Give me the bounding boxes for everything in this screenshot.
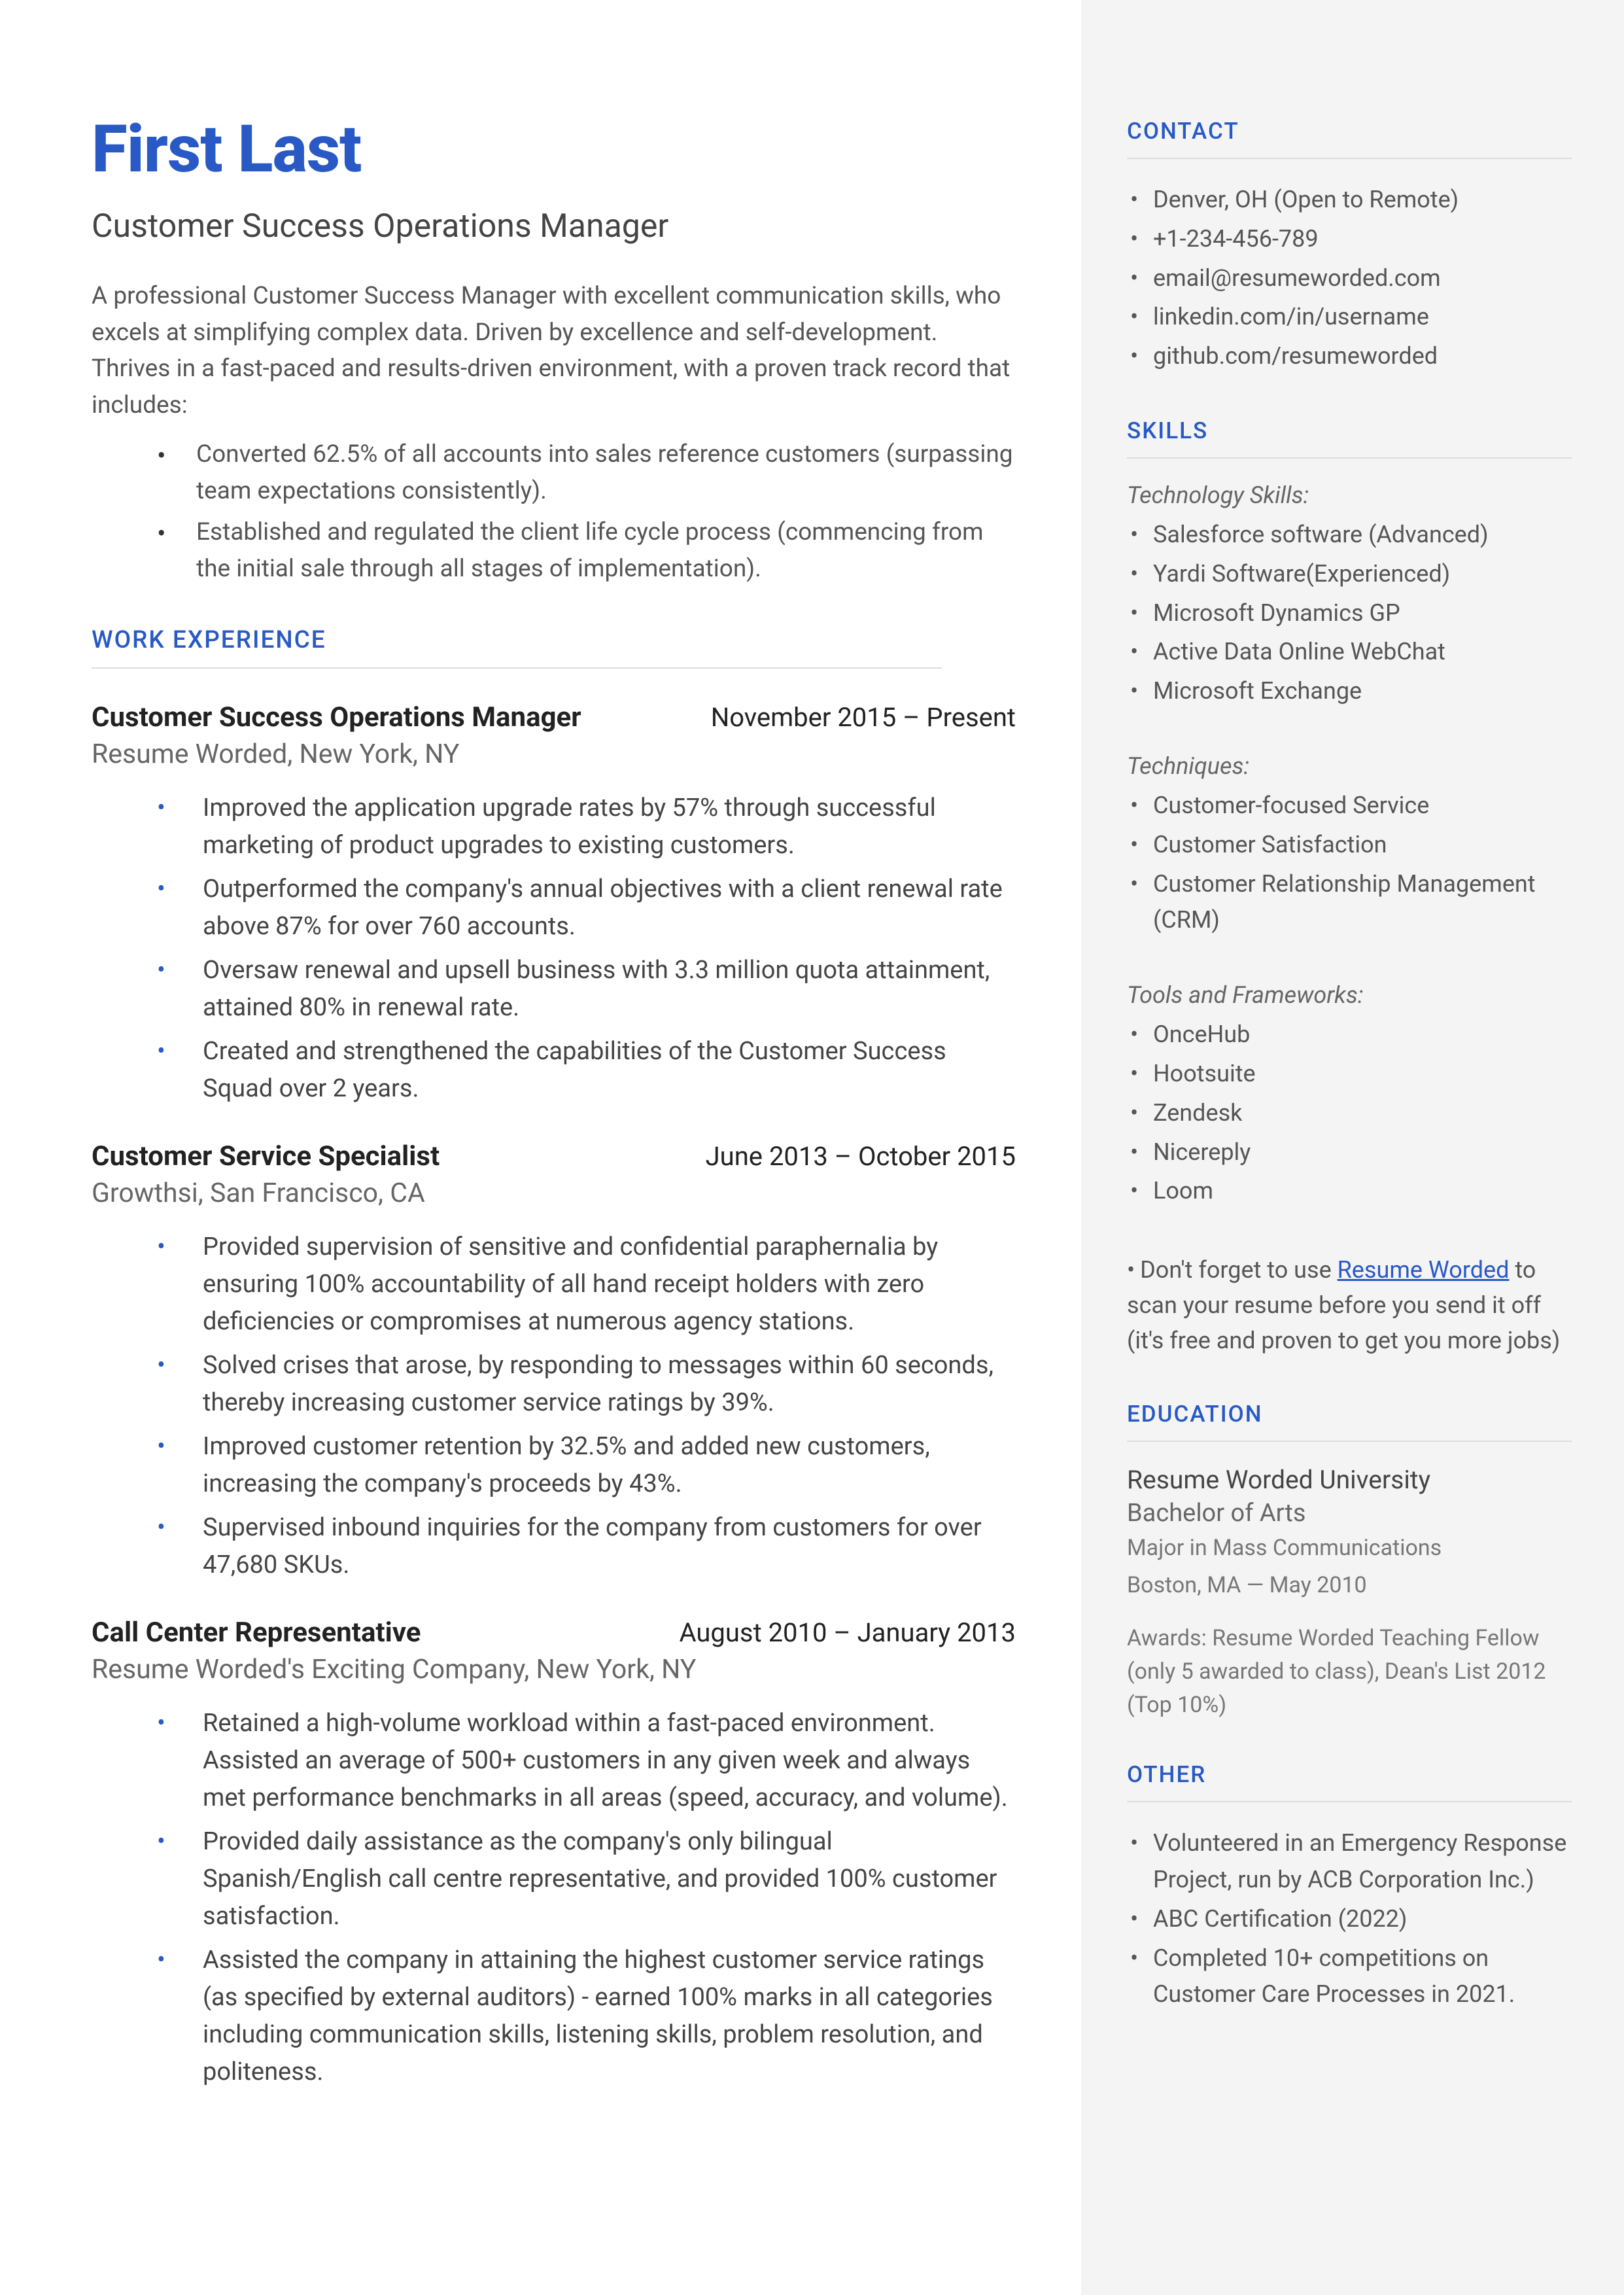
job-bullets: Retained a high-volume workload within a… bbox=[92, 1705, 1016, 2091]
job-dates: August 2010 – January 2013 bbox=[679, 1617, 1016, 1648]
other-list: Volunteered in an Emergency Response Pro… bbox=[1127, 1825, 1572, 2013]
skills-list: Salesforce software (Advanced) Yardi Sof… bbox=[1127, 517, 1572, 710]
contact-item: +1-234-456-789 bbox=[1127, 221, 1572, 258]
note-prefix: Don't forget to use bbox=[1140, 1256, 1337, 1284]
resume-worded-link[interactable]: Resume Worded bbox=[1338, 1256, 1510, 1284]
summary-bullets: Converted 62.5% of all accounts into sal… bbox=[92, 436, 1016, 587]
job-bullet: Oversaw renewal and upsell business with… bbox=[157, 952, 1016, 1026]
education-awards: Awards: Resume Worded Teaching Fellow (o… bbox=[1127, 1622, 1572, 1722]
contact-list: Denver, OH (Open to Remote) +1-234-456-7… bbox=[1127, 182, 1572, 375]
education-school: Resume Worded University bbox=[1127, 1465, 1572, 1495]
applicant-title: Customer Success Operations Manager bbox=[92, 207, 1016, 245]
summary-bullet: Established and regulated the client lif… bbox=[157, 514, 1016, 587]
contact-item: email@resumeworded.com bbox=[1127, 260, 1572, 297]
job-bullet: Outperformed the company's annual object… bbox=[157, 871, 1016, 945]
summary-bullet: Converted 62.5% of all accounts into sal… bbox=[157, 436, 1016, 509]
job-header: Call Center Representative August 2010 –… bbox=[92, 1617, 1016, 1649]
education-block: Resume Worded University Bachelor of Art… bbox=[1127, 1465, 1572, 1602]
job-company: Growthsi, San Francisco, CA bbox=[92, 1178, 1016, 1209]
job-entry: Call Center Representative August 2010 –… bbox=[92, 1617, 1016, 2091]
side-rule bbox=[1127, 1441, 1572, 1442]
skills-list: OnceHub Hootsuite Zendesk Nicereply Loom bbox=[1127, 1017, 1572, 1210]
job-bullet: Provided supervision of sensitive and co… bbox=[157, 1229, 1016, 1340]
skill-item: Loom bbox=[1127, 1173, 1572, 1210]
other-item: Volunteered in an Emergency Response Pro… bbox=[1127, 1825, 1572, 1899]
job-bullet: Supervised inbound inquiries for the com… bbox=[157, 1509, 1016, 1584]
job-role: Customer Service Specialist bbox=[92, 1140, 440, 1172]
job-bullet: Created and strengthened the capabilitie… bbox=[157, 1033, 1016, 1108]
other-item: ABC Certification (2022) bbox=[1127, 1901, 1572, 1938]
job-header: Customer Success Operations Manager Nove… bbox=[92, 701, 1016, 733]
skill-item: Zendesk bbox=[1127, 1095, 1572, 1132]
skill-item: Customer-focused Service bbox=[1127, 788, 1572, 824]
skills-list: Customer-focused Service Customer Satisf… bbox=[1127, 788, 1572, 939]
job-header: Customer Service Specialist June 2013 – … bbox=[92, 1140, 1016, 1172]
job-bullet: Assisted the company in attaining the hi… bbox=[157, 1942, 1016, 2091]
job-company: Resume Worded's Exciting Company, New Yo… bbox=[92, 1654, 1016, 1685]
skills-group-title: Technology Skills: bbox=[1127, 482, 1572, 509]
skill-item: Nicereply bbox=[1127, 1134, 1572, 1171]
bullet-icon: • bbox=[1127, 1256, 1140, 1284]
skill-item: Customer Relationship Management (CRM) bbox=[1127, 866, 1572, 939]
skills-heading: SKILLS bbox=[1127, 417, 1572, 444]
side-rule bbox=[1127, 1801, 1572, 1802]
summary-text: A professional Customer Success Manager … bbox=[92, 278, 1016, 423]
job-bullet: Solved crises that arose, by responding … bbox=[157, 1347, 1016, 1422]
education-location: Boston, MA — May 2010 bbox=[1127, 1569, 1572, 1602]
job-dates: November 2015 – Present bbox=[711, 702, 1016, 733]
job-entry: Customer Success Operations Manager Nove… bbox=[92, 701, 1016, 1108]
applicant-name: First Last bbox=[92, 111, 1016, 188]
side-rule bbox=[1127, 158, 1572, 159]
job-bullets: Provided supervision of sensitive and co… bbox=[92, 1229, 1016, 1584]
skill-item: OnceHub bbox=[1127, 1017, 1572, 1053]
job-role: Customer Success Operations Manager bbox=[92, 701, 581, 733]
skill-item: Microsoft Exchange bbox=[1127, 673, 1572, 710]
job-company: Resume Worded, New York, NY bbox=[92, 739, 1016, 770]
job-entry: Customer Service Specialist June 2013 – … bbox=[92, 1140, 1016, 1584]
section-rule bbox=[92, 667, 942, 669]
job-bullet: Improved the application upgrade rates b… bbox=[157, 790, 1016, 864]
skill-item: Salesforce software (Advanced) bbox=[1127, 517, 1572, 553]
skill-item: Customer Satisfaction bbox=[1127, 827, 1572, 864]
side-column: CONTACT Denver, OH (Open to Remote) +1-2… bbox=[1081, 0, 1624, 2295]
education-heading: EDUCATION bbox=[1127, 1401, 1572, 1428]
skills-note: •Don't forget to use Resume Worded to sc… bbox=[1127, 1252, 1572, 1358]
skills-group-title: Techniques: bbox=[1127, 752, 1572, 780]
other-heading: OTHER bbox=[1127, 1761, 1572, 1788]
other-item: Completed 10+ competitions on Customer C… bbox=[1127, 1940, 1572, 2014]
job-role: Call Center Representative bbox=[92, 1617, 421, 1649]
work-experience-heading: WORK EXPERIENCE bbox=[92, 626, 1016, 654]
contact-heading: CONTACT bbox=[1127, 118, 1572, 145]
education-degree: Bachelor of Arts bbox=[1127, 1499, 1572, 1528]
job-bullet: Retained a high-volume workload within a… bbox=[157, 1705, 1016, 1817]
job-bullet: Provided daily assistance as the company… bbox=[157, 1823, 1016, 1935]
skill-item: Yardi Software(Experienced) bbox=[1127, 556, 1572, 593]
job-bullet: Improved customer retention by 32.5% and… bbox=[157, 1428, 1016, 1503]
contact-item: linkedin.com/in/username bbox=[1127, 299, 1572, 336]
education-major: Major in Mass Communications bbox=[1127, 1532, 1572, 1565]
contact-item: Denver, OH (Open to Remote) bbox=[1127, 182, 1572, 219]
contact-item: github.com/resumeworded bbox=[1127, 338, 1572, 375]
skill-item: Microsoft Dynamics GP bbox=[1127, 595, 1572, 632]
job-bullets: Improved the application upgrade rates b… bbox=[92, 790, 1016, 1108]
skill-item: Active Data Online WebChat bbox=[1127, 634, 1572, 671]
skills-group-title: Tools and Frameworks: bbox=[1127, 981, 1572, 1009]
main-column: First Last Customer Success Operations M… bbox=[0, 0, 1081, 2295]
skill-item: Hootsuite bbox=[1127, 1056, 1572, 1093]
side-rule bbox=[1127, 457, 1572, 459]
job-dates: June 2013 – October 2015 bbox=[706, 1141, 1016, 1172]
